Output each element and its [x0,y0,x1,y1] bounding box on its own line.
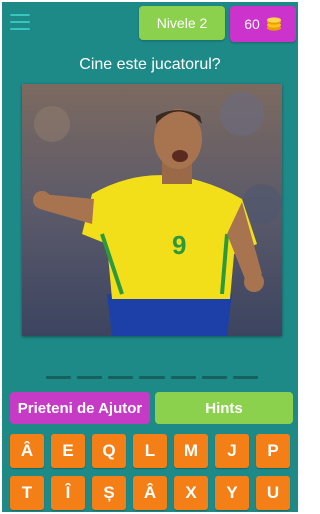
letter-key[interactable]: E [51,434,85,468]
letter-key[interactable]: T [10,476,44,510]
answer-slot [46,376,72,379]
answer-slot [201,376,227,379]
letter-key[interactable]: P [256,434,290,468]
level-button[interactable]: Nivele 2 [139,6,225,40]
answer-slot [232,376,258,379]
friends-help-label: Prieteni de Ajutor [17,399,143,417]
letter-key[interactable]: Â [133,476,167,510]
coins-button[interactable]: 60 [230,6,296,42]
hints-button[interactable]: Hints [155,392,293,424]
letter-key[interactable]: L [133,434,167,468]
answer-slot [170,376,196,379]
friends-help-button[interactable]: Prieteni de Ajutor [10,392,150,424]
letter-key[interactable]: Q [92,434,126,468]
letter-key[interactable]: Y [215,476,249,510]
question-text: Cine este jucatorul? [79,56,221,73]
letter-key[interactable]: J [215,434,249,468]
menu-icon[interactable] [10,14,30,30]
level-label: Nivele 2 [156,15,208,31]
letter-key[interactable]: X [174,476,208,510]
letter-row-2: T Î Ș Â X Y U [10,476,294,510]
svg-text:9: 9 [172,230,186,260]
letter-key[interactable]: Ș [92,476,126,510]
letter-key[interactable]: M [174,434,208,468]
game-screen: Nivele 2 60 Cine este jucatorul? 9 Priet… [2,2,298,512]
letter-key[interactable]: U [256,476,290,510]
player-photo: 9 [22,84,282,336]
letter-key[interactable]: Â [10,434,44,468]
answer-slots [46,376,258,380]
answer-slot [108,376,134,379]
answer-slot [139,376,165,379]
letter-row-1: Â E Q L M J P [10,434,294,468]
coins-icon [266,17,281,31]
hints-label: Hints [205,399,243,417]
answer-slot [77,376,103,379]
coin-count: 60 [244,16,260,32]
letter-key[interactable]: Î [51,476,85,510]
